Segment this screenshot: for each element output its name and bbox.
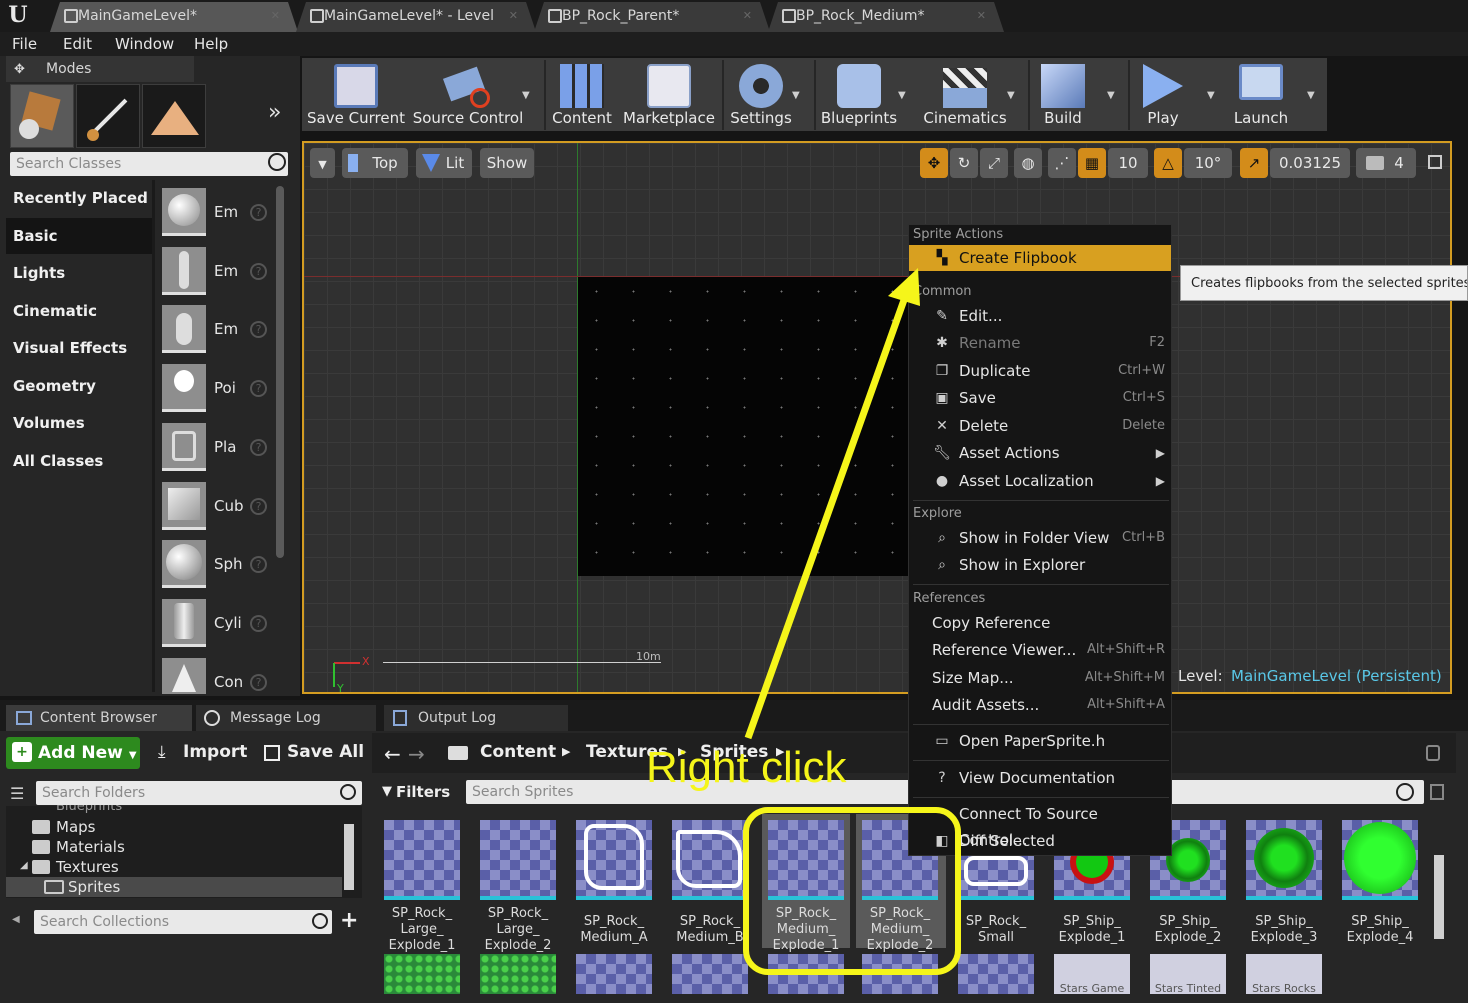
annotation-highlight-box — [743, 807, 961, 975]
annotation-arrow-head — [888, 268, 920, 306]
annotation-text: Right click — [646, 743, 847, 792]
annotation-overlay: Right click — [646, 268, 961, 975]
annotation-arrow-line — [744, 298, 908, 740]
